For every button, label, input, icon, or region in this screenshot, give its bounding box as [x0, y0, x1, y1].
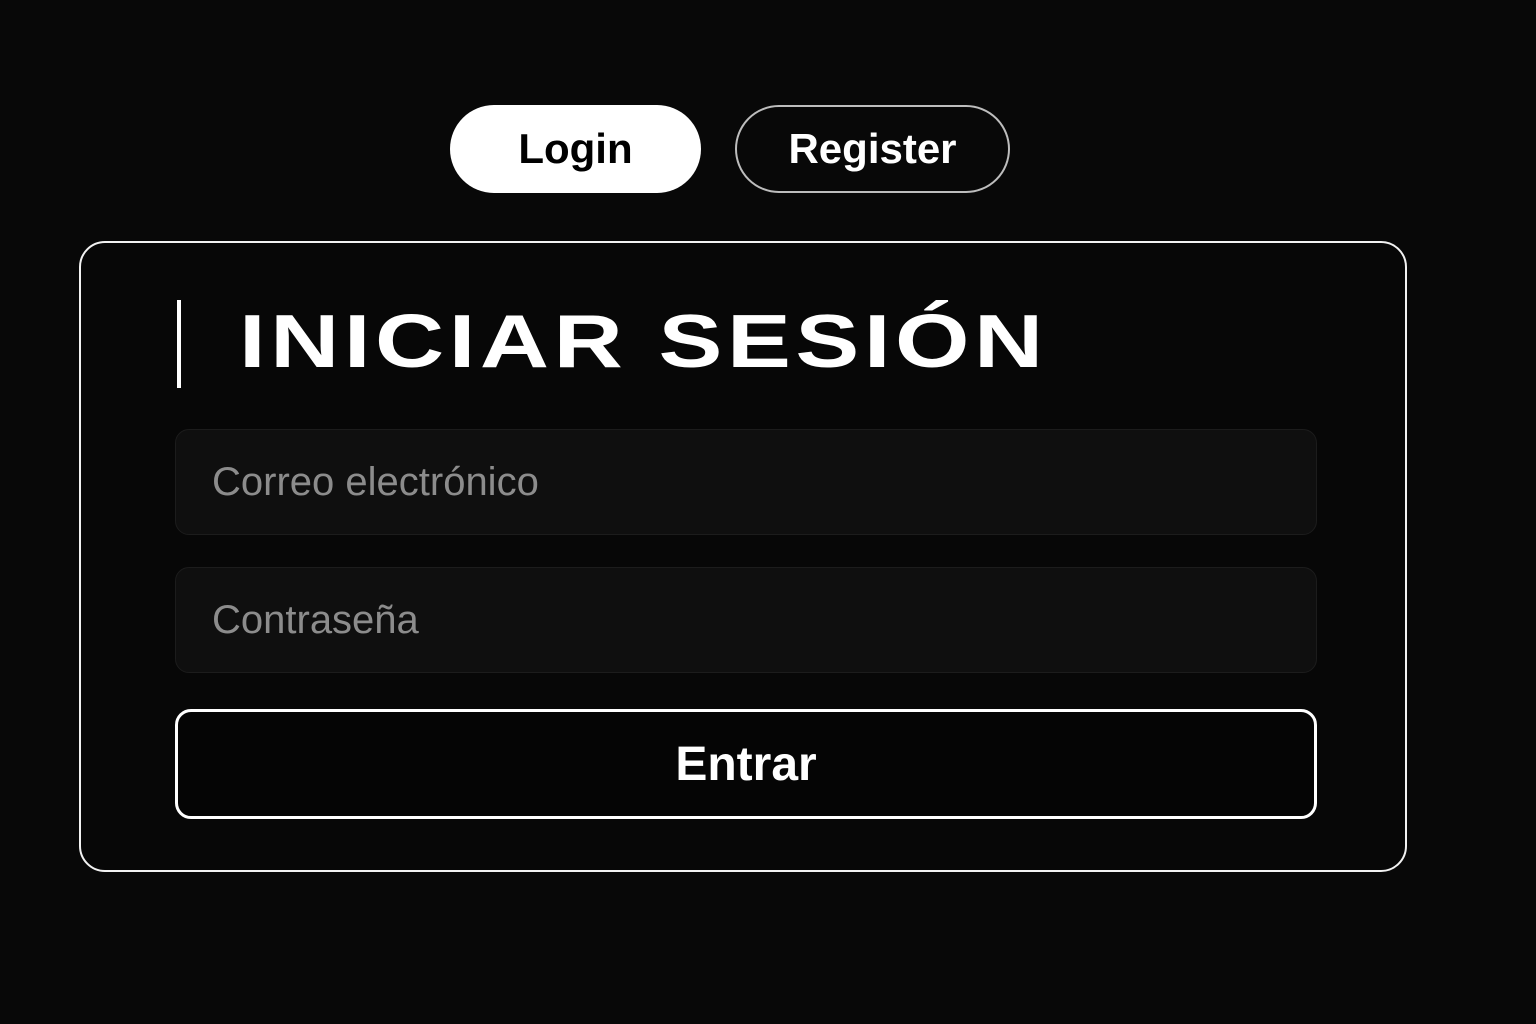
tab-register[interactable]: Register [735, 105, 1010, 193]
submit-button[interactable]: Entrar [175, 709, 1317, 819]
password-field[interactable] [175, 567, 1317, 673]
page-title: INICIAR SESIÓN [239, 298, 1048, 384]
tab-login[interactable]: Login [450, 105, 701, 193]
auth-tabs: Login Register [450, 105, 1010, 193]
title-accent-bar [177, 300, 181, 388]
login-card: INICIAR SESIÓN Entrar [79, 241, 1407, 872]
email-field[interactable] [175, 429, 1317, 535]
